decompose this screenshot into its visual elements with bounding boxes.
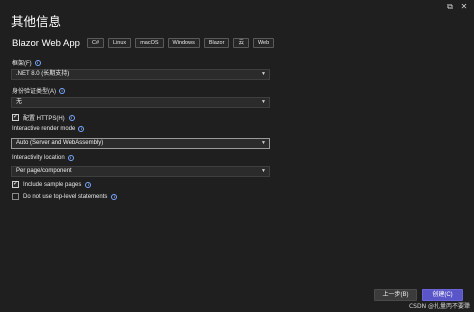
watermark: CSDN @扎量丙不要犟: [408, 303, 470, 310]
info-icon[interactable]: i: [68, 114, 75, 121]
close-icon[interactable]: ✕: [458, 2, 470, 12]
info-icon[interactable]: i: [78, 126, 85, 132]
render-mode-dropdown[interactable]: Auto (Server and WebAssembly) ▼: [11, 138, 270, 149]
page-title: 其他信息: [11, 14, 62, 29]
interactivity-location-dropdown[interactable]: Per page/component ▼: [11, 166, 270, 177]
tag-macos: macOS: [135, 38, 164, 48]
render-mode-label-text: Interactive render mode: [12, 126, 76, 132]
create-button[interactable]: 创建(C): [422, 289, 463, 301]
info-icon[interactable]: i: [85, 181, 92, 188]
tag-cloud: 云: [233, 38, 249, 48]
checkbox-unchecked-icon[interactable]: [12, 193, 19, 200]
https-checkbox[interactable]: ✓ 配置 HTTPS(H) i: [12, 113, 75, 122]
framework-dropdown[interactable]: .NET 8.0 (长期支持) ▼: [11, 69, 270, 80]
checkbox-checked-icon[interactable]: ✓: [12, 181, 19, 188]
auth-label: 身份验证类型(A) i: [12, 86, 65, 95]
framework-value: .NET 8.0 (长期支持): [16, 71, 70, 77]
chevron-down-icon: ▼: [261, 71, 266, 77]
auth-dropdown[interactable]: 无 ▼: [11, 97, 270, 108]
template-name: Blazor Web App: [12, 38, 80, 49]
interactivity-location-label-text: Interactivity location: [12, 155, 65, 161]
tag-windows: Windows: [167, 38, 200, 48]
top-level-statements-label: Do not use top-level statements: [23, 193, 108, 200]
https-label: 配置 HTTPS(H): [23, 116, 65, 122]
chevron-down-icon: ▼: [261, 168, 266, 174]
info-icon[interactable]: i: [67, 155, 74, 161]
chevron-down-icon: ▼: [261, 140, 266, 146]
tag-linux: Linux: [108, 38, 132, 48]
restore-icon[interactable]: ⧉: [444, 2, 456, 12]
framework-label-text: 框架(F): [12, 61, 32, 67]
render-mode-value: Auto (Server and WebAssembly): [16, 140, 104, 146]
sample-pages-label: Include sample pages: [23, 181, 82, 188]
auth-value: 无: [16, 99, 23, 105]
top-level-statements-checkbox[interactable]: Do not use top-level statements i: [12, 193, 118, 200]
interactivity-location-value: Per page/component: [16, 168, 72, 174]
template-tags: C# Linux macOS Windows Blazor 云 Web: [87, 38, 275, 48]
info-icon[interactable]: i: [59, 87, 65, 94]
render-mode-label: Interactive render mode i: [12, 126, 85, 132]
interactivity-location-label: Interactivity location i: [12, 155, 74, 161]
checkbox-checked-icon[interactable]: ✓: [12, 114, 19, 121]
auth-label-text: 身份验证类型(A): [12, 89, 56, 95]
sample-pages-checkbox[interactable]: ✓ Include sample pages i: [12, 181, 92, 188]
tag-csharp: C#: [87, 38, 105, 48]
info-icon[interactable]: i: [34, 59, 41, 66]
back-button[interactable]: 上一步(B): [374, 289, 417, 301]
tag-blazor: Blazor: [203, 38, 230, 48]
framework-label: 框架(F) i: [12, 58, 41, 67]
chevron-down-icon: ▼: [261, 99, 266, 105]
info-icon[interactable]: i: [111, 193, 118, 200]
tag-web: Web: [252, 38, 275, 48]
